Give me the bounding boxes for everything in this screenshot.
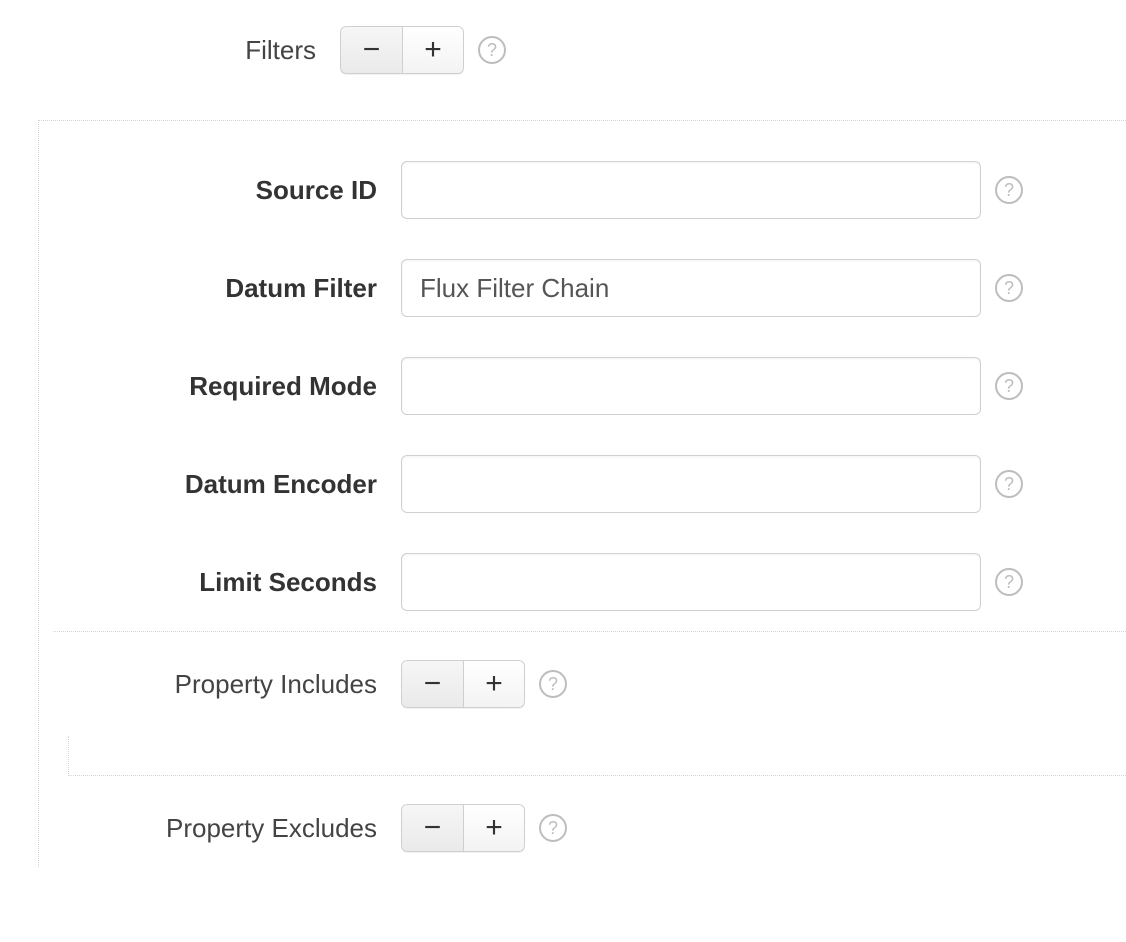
property-excludes-add-button[interactable]: +	[463, 804, 525, 852]
property-excludes-help-icon[interactable]: ?	[539, 814, 567, 842]
datum-filter-help-icon[interactable]: ?	[995, 274, 1023, 302]
minus-icon: −	[363, 35, 381, 65]
property-includes-add-button[interactable]: +	[463, 660, 525, 708]
property-excludes-row: Property Excludes − + ?	[53, 776, 1126, 852]
minus-icon: −	[424, 669, 442, 699]
datum-encoder-input[interactable]	[401, 455, 981, 513]
help-icon: ?	[1004, 572, 1014, 593]
datum-filter-controls: Flux Filter Chain ?	[401, 259, 1023, 317]
help-icon: ?	[1004, 180, 1014, 201]
help-icon: ?	[1004, 278, 1014, 299]
filters-btn-group: − +	[340, 26, 464, 74]
filters-row: Filters − + ?	[0, 20, 1126, 80]
source-id-controls: ?	[401, 161, 1023, 219]
datum-encoder-row: Datum Encoder ?	[39, 435, 1126, 533]
filters-nested-section: Source ID ? Datum Filter Flux Filter Cha…	[38, 120, 1126, 867]
required-mode-input[interactable]	[401, 357, 981, 415]
help-icon: ?	[1004, 474, 1014, 495]
plus-icon: +	[485, 669, 503, 699]
filters-remove-button[interactable]: −	[340, 26, 402, 74]
property-includes-help-icon[interactable]: ?	[539, 670, 567, 698]
plus-icon: +	[424, 35, 442, 65]
limit-seconds-input[interactable]	[401, 553, 981, 611]
limit-seconds-help-icon[interactable]: ?	[995, 568, 1023, 596]
limit-seconds-row: Limit Seconds ?	[39, 533, 1126, 631]
property-includes-section: Property Includes − + ?	[53, 631, 1126, 776]
datum-filter-select[interactable]: Flux Filter Chain	[401, 259, 981, 317]
source-id-input[interactable]	[401, 161, 981, 219]
datum-filter-value: Flux Filter Chain	[420, 273, 609, 304]
datum-filter-label: Datum Filter	[39, 273, 401, 304]
filters-controls: − + ?	[340, 26, 506, 74]
property-excludes-label: Property Excludes	[53, 813, 401, 844]
property-includes-empty-area	[68, 736, 1126, 776]
help-icon: ?	[548, 674, 558, 695]
property-includes-controls: − + ?	[401, 660, 567, 708]
property-includes-btn-group: − +	[401, 660, 525, 708]
source-id-help-icon[interactable]: ?	[995, 176, 1023, 204]
datum-encoder-controls: ?	[401, 455, 1023, 513]
minus-icon: −	[424, 813, 442, 843]
property-excludes-section: Property Excludes − + ?	[53, 776, 1126, 852]
datum-filter-row: Datum Filter Flux Filter Chain ?	[39, 239, 1126, 337]
help-icon: ?	[548, 818, 558, 839]
property-excludes-btn-group: − +	[401, 804, 525, 852]
limit-seconds-controls: ?	[401, 553, 1023, 611]
plus-icon: +	[485, 813, 503, 843]
property-includes-label: Property Includes	[53, 669, 401, 700]
property-includes-remove-button[interactable]: −	[401, 660, 463, 708]
datum-encoder-label: Datum Encoder	[39, 469, 401, 500]
filters-label: Filters	[0, 35, 340, 66]
datum-encoder-help-icon[interactable]: ?	[995, 470, 1023, 498]
property-excludes-remove-button[interactable]: −	[401, 804, 463, 852]
required-mode-row: Required Mode ?	[39, 337, 1126, 435]
filters-add-button[interactable]: +	[402, 26, 464, 74]
help-icon: ?	[1004, 376, 1014, 397]
property-excludes-controls: − + ?	[401, 804, 567, 852]
required-mode-controls: ?	[401, 357, 1023, 415]
property-includes-row: Property Includes − + ?	[53, 632, 1126, 708]
limit-seconds-label: Limit Seconds	[39, 567, 401, 598]
required-mode-label: Required Mode	[39, 371, 401, 402]
source-id-label: Source ID	[39, 175, 401, 206]
source-id-row: Source ID ?	[39, 141, 1126, 239]
filters-help-icon[interactable]: ?	[478, 36, 506, 64]
required-mode-help-icon[interactable]: ?	[995, 372, 1023, 400]
help-icon: ?	[487, 40, 497, 61]
